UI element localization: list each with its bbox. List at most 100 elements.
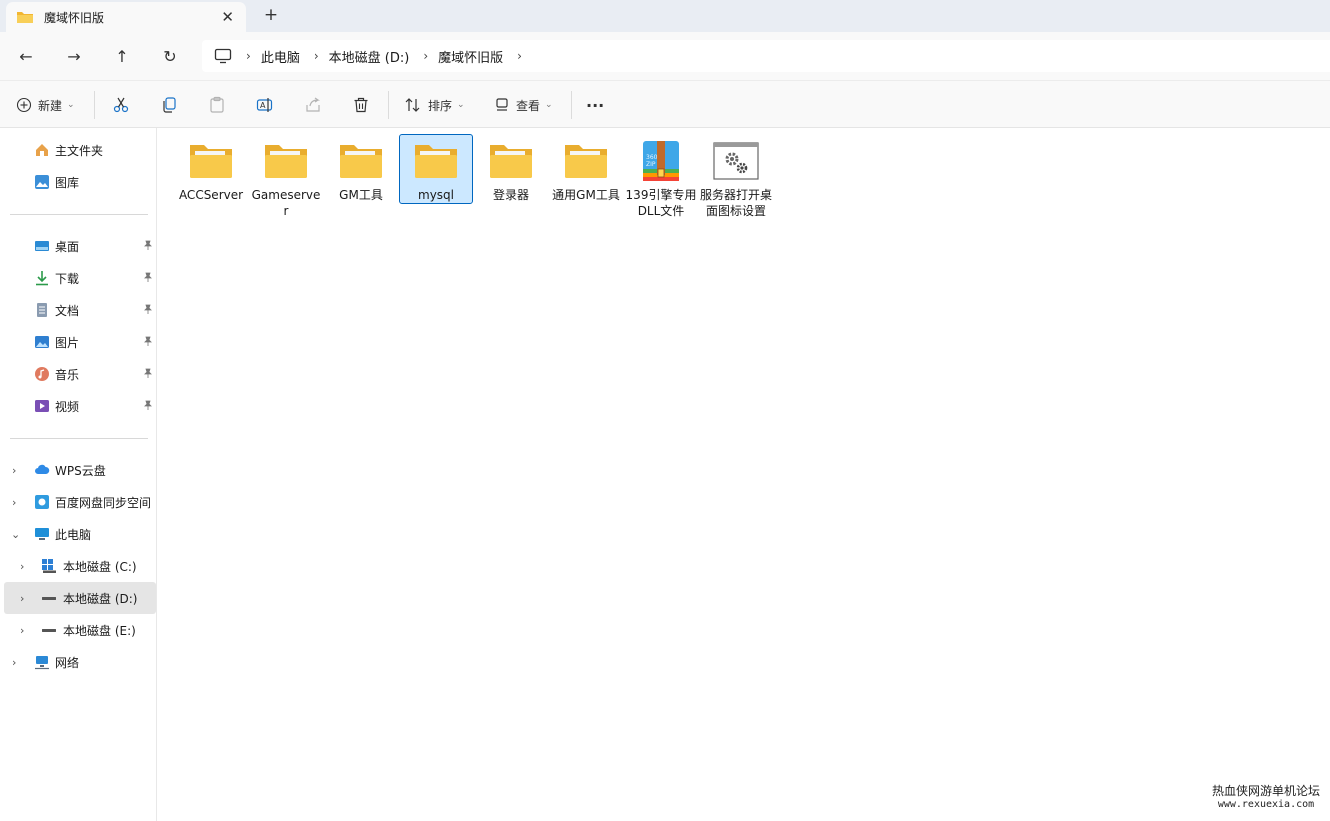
delete-button[interactable] xyxy=(352,93,370,117)
file-item-mysql[interactable]: mysql xyxy=(399,134,473,204)
command-bar: 新建 ⌄ A 排序 ⌄ 查看 ⌄ ··· xyxy=(0,80,1330,128)
sidebar-item-this-pc[interactable]: ⌄ 此电脑 xyxy=(0,518,157,550)
pin-icon[interactable] xyxy=(143,400,153,413)
chevron-right-icon[interactable]: › xyxy=(517,49,522,63)
baidu-cloud-icon xyxy=(35,495,49,509)
sidebar-item-label: 下载 xyxy=(55,271,80,286)
pin-icon[interactable] xyxy=(143,336,153,349)
file-item-common-gm-tool[interactable]: 通用GM工具 xyxy=(549,134,623,204)
address-bar[interactable]: › 此电脑 › 本地磁盘 (D:) › 魔域怀旧版 › xyxy=(202,40,1330,72)
sidebar-item-drive-e[interactable]: › 本地磁盘 (E:) xyxy=(0,614,157,646)
pin-icon[interactable] xyxy=(143,304,153,317)
view-button[interactable]: 查看 ⌄ xyxy=(494,93,553,117)
computer-icon xyxy=(214,48,232,64)
up-button[interactable]: ↑ xyxy=(110,44,134,68)
file-item-gm-tool[interactable]: GM工具 xyxy=(324,134,398,204)
folder-icon xyxy=(565,145,607,178)
chevron-right-icon[interactable]: › xyxy=(20,624,24,637)
chevron-down-icon: ⌄ xyxy=(457,100,465,110)
sort-label: 排序 xyxy=(428,98,453,113)
rename-button[interactable]: A xyxy=(256,93,274,117)
sidebar-item-drive-d[interactable]: › 本地磁盘 (D:) xyxy=(4,582,156,614)
pin-icon[interactable] xyxy=(143,240,153,253)
forward-button[interactable]: → xyxy=(62,44,86,68)
chevron-right-icon[interactable]: › xyxy=(423,49,428,63)
svg-text:ZIP: ZIP xyxy=(646,161,656,168)
sidebar-item-drive-c[interactable]: › 本地磁盘 (C:) xyxy=(0,550,157,582)
sidebar-item-label: 此电脑 xyxy=(55,527,92,542)
sidebar-item-desktop[interactable]: 桌面 xyxy=(0,230,157,262)
pin-icon[interactable] xyxy=(143,368,153,381)
refresh-button[interactable]: ↻ xyxy=(158,44,182,68)
chevron-right-icon[interactable]: › xyxy=(12,496,16,509)
chevron-right-icon[interactable]: › xyxy=(20,560,24,573)
chevron-down-icon[interactable]: ⌄ xyxy=(11,528,20,541)
file-name: 服务器打开桌面图标设置 xyxy=(700,188,773,218)
sidebar-item-documents[interactable]: 文档 xyxy=(0,294,157,326)
chevron-right-icon[interactable]: › xyxy=(12,656,16,669)
sidebar-item-label: 文档 xyxy=(55,303,80,318)
sidebar-item-label: 本地磁盘 (E:) xyxy=(63,623,136,638)
share-icon xyxy=(306,97,320,112)
breadcrumb-this-pc[interactable]: 此电脑 xyxy=(261,47,300,66)
breadcrumb-drive-d[interactable]: 本地磁盘 (D:) xyxy=(329,47,410,66)
documents-icon xyxy=(37,303,47,317)
chevron-down-icon: ⌄ xyxy=(545,100,553,110)
chevron-right-icon[interactable]: › xyxy=(12,464,16,477)
drive-icon xyxy=(42,597,56,600)
file-item-desktop-icon-settings[interactable]: 服务器打开桌面图标设置 xyxy=(699,134,773,220)
copy-button[interactable] xyxy=(160,93,178,117)
sidebar-item-label: 视频 xyxy=(55,399,80,414)
sidebar-item-network[interactable]: › 网络 xyxy=(0,646,157,678)
sort-icon xyxy=(405,98,420,112)
sidebar-item-home[interactable]: 主文件夹 xyxy=(0,134,157,166)
download-icon xyxy=(36,271,48,286)
sidebar-item-music[interactable]: 音乐 xyxy=(0,358,157,390)
file-item-launcher[interactable]: 登录器 xyxy=(474,134,548,204)
sidebar-item-videos[interactable]: 视频 xyxy=(0,390,157,422)
breadcrumb-current-folder[interactable]: 魔域怀旧版 xyxy=(438,47,503,66)
close-icon[interactable]: ✕ xyxy=(221,8,234,26)
view-icon xyxy=(496,98,508,111)
zip-archive-icon: 360 ZIP xyxy=(643,141,679,181)
file-item-gameserver[interactable]: Gameserver xyxy=(249,134,323,220)
sidebar-item-label: WPS云盘 xyxy=(55,463,106,478)
paste-button[interactable] xyxy=(208,93,226,117)
pin-icon[interactable] xyxy=(143,272,153,285)
sidebar-item-label: 本地磁盘 (C:) xyxy=(63,559,137,574)
watermark-title: 热血侠网游单机论坛 xyxy=(1211,784,1320,798)
new-tab-button[interactable]: + xyxy=(262,5,280,25)
sidebar-item-downloads[interactable]: 下载 xyxy=(0,262,157,294)
windows-drive-icon xyxy=(42,559,56,573)
chevron-right-icon[interactable]: › xyxy=(314,49,319,63)
sidebar-item-baidu-sync[interactable]: › 百度网盘同步空间 xyxy=(0,486,157,518)
sidebar-item-pictures[interactable]: 图片 xyxy=(0,326,157,358)
file-name: 139引擎专用DLL文件 xyxy=(625,188,697,218)
sidebar-item-label: 本地磁盘 (D:) xyxy=(63,591,138,606)
home-icon xyxy=(36,144,48,156)
file-name: ACCServer xyxy=(178,188,244,202)
tab-active[interactable]: 魔域怀旧版 ✕ xyxy=(6,2,246,32)
sidebar-item-gallery[interactable]: 图库 xyxy=(0,166,157,198)
cut-button[interactable] xyxy=(112,93,130,117)
new-button[interactable]: 新建 ⌄ xyxy=(16,93,75,117)
svg-text:A: A xyxy=(260,101,266,110)
network-icon xyxy=(35,656,49,670)
watermark-url: www.rexuexia.com xyxy=(1217,799,1315,810)
new-label: 新建 xyxy=(38,98,63,113)
back-button[interactable]: ← xyxy=(14,44,38,68)
chevron-right-icon[interactable]: › xyxy=(20,592,24,605)
more-options-button[interactable]: ··· xyxy=(586,93,604,117)
sidebar-item-label: 主文件夹 xyxy=(55,143,104,158)
sidebar-item-wps-cloud[interactable]: › WPS云盘 xyxy=(0,454,157,486)
sidebar-item-label: 网络 xyxy=(55,655,80,670)
file-item-dll-archive[interactable]: 360 ZIP 139引擎专用DLL文件 xyxy=(624,134,698,220)
share-button[interactable] xyxy=(304,93,322,117)
file-item-accserver[interactable]: ACCServer xyxy=(174,134,248,204)
sidebar-item-label: 图片 xyxy=(55,335,80,350)
trash-icon xyxy=(354,97,368,113)
folder-icon xyxy=(415,145,457,178)
sort-button[interactable]: 排序 ⌄ xyxy=(404,93,465,117)
file-name: Gameserver xyxy=(251,188,321,218)
cloud-icon xyxy=(35,464,50,474)
